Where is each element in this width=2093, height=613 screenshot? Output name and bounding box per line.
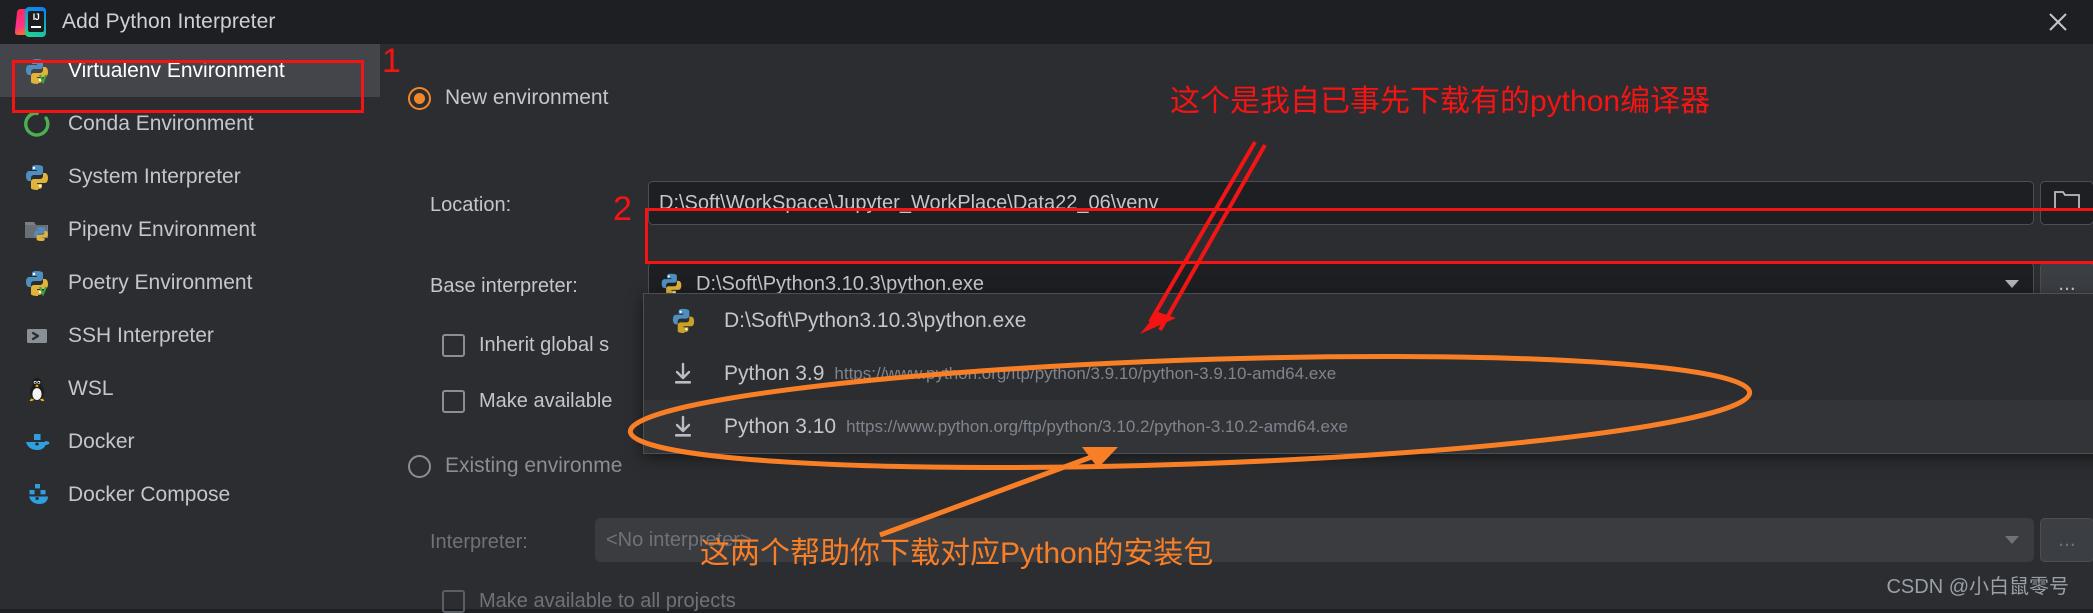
interpreter-combobox[interactable]: <No interpreter> [595, 518, 2034, 562]
conda-icon [22, 109, 52, 139]
interpreter-more-label: ... [2058, 528, 2076, 551]
add-python-interpreter-dialog: IJ Add Python Interpreter Virtualenv Env… [0, 0, 2093, 613]
python-venv-icon [22, 56, 52, 86]
dropdown-item-url: https://www.python.org/ftp/python/3.10.2… [846, 416, 1348, 436]
sidebar-item-conda-environment[interactable]: Conda Environment [0, 97, 380, 150]
sidebar-item-pipenv-environment[interactable]: Pipenv Environment [0, 203, 380, 256]
radio-indicator [408, 86, 431, 110]
interpreter-type-list: Virtualenv Environment Conda Environment [0, 44, 380, 609]
title-bar: IJ Add Python Interpreter [0, 0, 2093, 45]
checkbox-make-available-to-all-projects-existing[interactable]: Make available to all projects [442, 590, 736, 613]
dropdown-item-download-python-310[interactable]: Python 3.10 https://www.python.org/ftp/p… [644, 400, 2093, 453]
pipenv-folder-icon [22, 215, 52, 245]
checkbox-label: Inherit global s [479, 334, 610, 356]
page-title: Add Python Interpreter [62, 10, 276, 33]
sidebar-item-label: Docker Compose [68, 482, 231, 506]
base-interpreter-dropdown-list[interactable]: D:\Soft\Python3.10.3\python.exe Python 3… [643, 293, 2093, 454]
checkbox-box [442, 334, 465, 357]
interpreter-more-button[interactable]: ... [2040, 518, 2093, 562]
sidebar-item-docker-compose[interactable]: Docker Compose [0, 468, 380, 521]
sidebar-item-label: WSL [68, 376, 114, 400]
sidebar-item-poetry-environment[interactable]: Poetry Environment [0, 256, 380, 309]
checkbox-box [442, 390, 465, 413]
dropdown-item-name: D:\Soft\Python3.10.3\python.exe [724, 308, 1027, 332]
python-icon [668, 307, 698, 334]
checkbox-label: Make available [479, 390, 613, 412]
location-input[interactable]: D:\Soft\WorkSpace\Jupyter_WorkPlace\Data… [648, 181, 2034, 225]
location-label: Location: [430, 194, 512, 216]
folder-icon [2054, 189, 2080, 217]
chevron-down-icon [2005, 536, 2019, 544]
dropdown-item-url: https://www.python.org/ftp/python/3.9.10… [834, 363, 1337, 383]
sidebar-item-label: Conda Environment [68, 111, 254, 135]
python-icon [22, 162, 52, 192]
docker-compose-icon [22, 480, 52, 510]
sidebar-item-docker[interactable]: Docker [0, 415, 380, 468]
sidebar-item-label: Pipenv Environment [68, 217, 256, 241]
radio-existing-environment[interactable]: Existing environme [408, 454, 622, 478]
sidebar-item-label: Docker [68, 429, 135, 453]
dropdown-item-name: Python 3.10 [724, 414, 837, 438]
sidebar-item-label: Poetry Environment [68, 270, 253, 294]
python-venv-icon [22, 268, 52, 298]
sidebar-item-label: Virtualenv Environment [68, 58, 285, 82]
location-browse-button[interactable] [2040, 181, 2093, 225]
sidebar-item-wsl[interactable]: WSL [0, 362, 380, 415]
dropdown-item-name: Python 3.9 [724, 361, 825, 385]
base-interpreter-label: Base interpreter: [430, 275, 578, 297]
linux-penguin-icon [22, 374, 52, 404]
checkbox-box [442, 590, 465, 613]
radio-new-environment[interactable]: New environment [408, 86, 608, 110]
interpreter-value: <No interpreter> [606, 528, 752, 551]
chevron-down-icon [2005, 280, 2019, 288]
interpreter-label: Interpreter: [430, 531, 528, 553]
sidebar-item-virtualenv-environment[interactable]: Virtualenv Environment [0, 44, 380, 97]
sidebar-item-system-interpreter[interactable]: System Interpreter [0, 150, 380, 203]
ssh-terminal-icon [22, 321, 52, 351]
dropdown-item-download-python-39[interactable]: Python 3.9 https://www.python.org/ftp/py… [644, 347, 2093, 400]
intellij-idea-icon: IJ [14, 7, 46, 37]
csdn-watermark: CSDN @小白鼠零号 [1886, 576, 2069, 598]
radio-new-environment-label: New environment [445, 86, 609, 109]
checkbox-label: Make available to all projects [479, 590, 736, 612]
sidebar-item-ssh-interpreter[interactable]: SSH Interpreter [0, 309, 380, 362]
checkbox-inherit-global-site-packages[interactable]: Inherit global s [442, 334, 609, 357]
close-icon[interactable] [2045, 9, 2071, 35]
sidebar-item-label: System Interpreter [68, 164, 241, 188]
download-icon [668, 362, 698, 386]
docker-whale-icon [22, 427, 52, 457]
sidebar-item-label: SSH Interpreter [68, 323, 214, 347]
radio-indicator [408, 454, 431, 478]
dropdown-item-local-python[interactable]: D:\Soft\Python3.10.3\python.exe [644, 294, 2093, 347]
checkbox-make-available-to-all-projects-new[interactable]: Make available [442, 390, 612, 413]
radio-existing-environment-label: Existing environme [445, 454, 623, 477]
location-value: D:\Soft\WorkSpace\Jupyter_WorkPlace\Data… [659, 191, 1159, 214]
download-icon [668, 415, 698, 439]
